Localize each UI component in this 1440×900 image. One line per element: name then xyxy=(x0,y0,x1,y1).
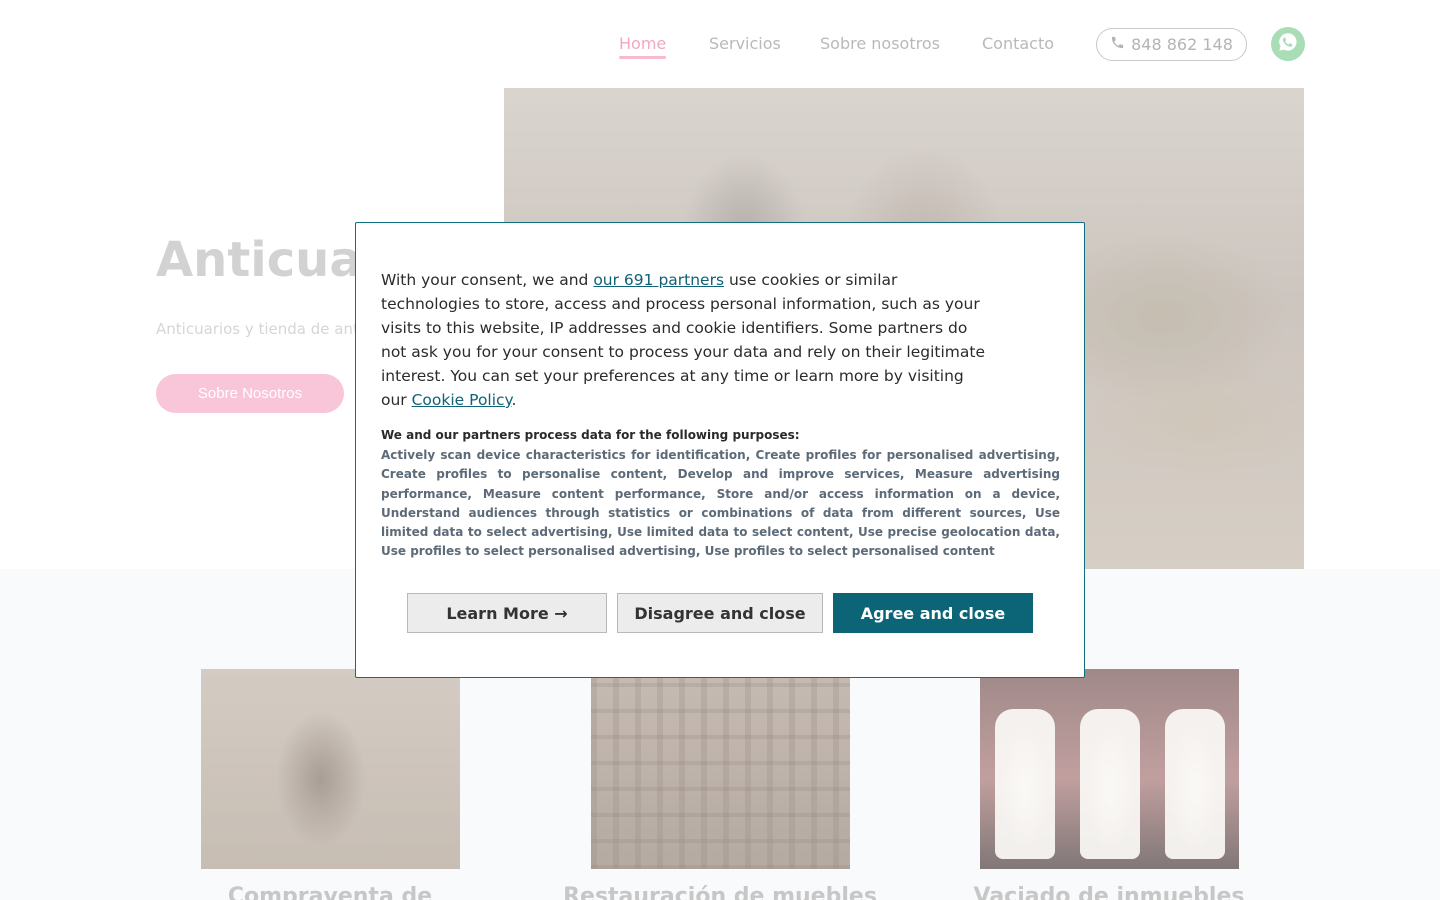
consent-text-end: . xyxy=(511,391,517,409)
purposes-heading: We and our partners process data for the… xyxy=(381,428,800,442)
cookie-consent-text: With your consent, we and our 691 partne… xyxy=(381,268,991,412)
agree-button[interactable]: Agree and close xyxy=(833,593,1033,633)
nav-link-contacto[interactable]: Contacto xyxy=(982,34,1054,53)
nav-link-servicios[interactable]: Servicios xyxy=(709,34,781,53)
purposes-list: Actively scan device characteristics for… xyxy=(381,448,1060,559)
whatsapp-icon xyxy=(1276,30,1300,58)
consent-text-intro: With your consent, we and xyxy=(381,271,594,289)
disagree-button[interactable]: Disagree and close xyxy=(617,593,823,633)
whatsapp-button[interactable] xyxy=(1271,27,1305,61)
about-us-button[interactable]: Sobre Nosotros xyxy=(156,374,344,413)
phone-button[interactable]: 848 862 148 xyxy=(1096,28,1247,61)
learn-more-button[interactable]: Learn More → xyxy=(407,593,607,633)
service-image-compraventa xyxy=(201,669,460,869)
consent-text-body: use cookies or similar technologies to s… xyxy=(381,271,986,409)
page: Home Servicios Sobre nosotros Contacto 8… xyxy=(0,0,1440,900)
cookie-policy-link[interactable]: Cookie Policy xyxy=(412,391,512,409)
service-title-compraventa: Compraventa de xyxy=(227,884,433,900)
hero-title: Anticuar xyxy=(156,232,386,288)
hero-subtitle: Anticuarios y tienda de ant xyxy=(156,320,359,338)
nav-link-home[interactable]: Home xyxy=(619,34,667,59)
service-title-vaciado: Vaciado de inmuebles xyxy=(973,884,1245,900)
phone-number: 848 862 148 xyxy=(1131,35,1233,54)
service-image-vaciado xyxy=(980,669,1239,869)
nav-link-sobre-nosotros[interactable]: Sobre nosotros xyxy=(820,34,940,53)
service-title-restauracion: Restauración de muebles xyxy=(563,884,877,900)
header-nav: Home Servicios Sobre nosotros Contacto 8… xyxy=(0,0,1440,88)
cookie-consent-dialog: With your consent, we and our 691 partne… xyxy=(355,222,1085,678)
service-image-restauracion xyxy=(591,669,850,869)
phone-icon xyxy=(1110,35,1125,54)
partners-link[interactable]: our 691 partners xyxy=(593,271,724,289)
